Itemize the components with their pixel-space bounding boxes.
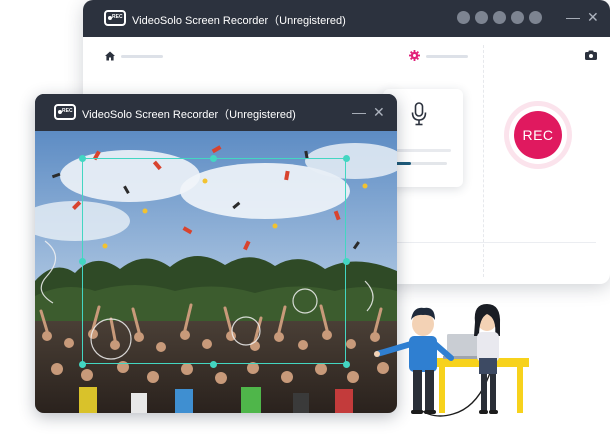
title-bar[interactable]: REC VideoSolo Screen Recorder（Unregister… xyxy=(83,0,610,37)
close-button[interactable]: ✕ xyxy=(587,10,599,24)
minimize-button[interactable]: — xyxy=(566,10,580,24)
resize-handle-left[interactable] xyxy=(79,258,86,265)
resize-handle-bottom[interactable] xyxy=(210,361,217,368)
window-title: VideoSolo Screen Recorder（Unregistered) xyxy=(82,109,296,121)
people-at-desk-illustration xyxy=(374,304,529,417)
placeholder-line xyxy=(121,55,163,58)
placeholder-line xyxy=(395,149,451,152)
home-icon[interactable] xyxy=(105,51,115,61)
toolbar-circle-button[interactable] xyxy=(475,11,488,24)
toolbar-circle-button[interactable] xyxy=(493,11,506,24)
minimize-button[interactable]: — xyxy=(352,105,366,119)
toolbar-circle-button[interactable] xyxy=(511,11,524,24)
toolbar-circle-button[interactable] xyxy=(529,11,542,24)
resize-handle-bottom-right[interactable] xyxy=(343,361,350,368)
resize-handle-top-right[interactable] xyxy=(343,155,350,162)
window-title: VideoSolo Screen Recorder（Unregistered) xyxy=(132,15,346,27)
resize-handle-bottom-left[interactable] xyxy=(79,361,86,368)
resize-handle-top-left[interactable] xyxy=(79,155,86,162)
microphone-icon[interactable] xyxy=(411,102,427,126)
camera-icon[interactable] xyxy=(585,50,597,60)
slider-fill xyxy=(395,162,411,165)
recording-region-frame[interactable] xyxy=(82,158,346,364)
gear-icon[interactable] xyxy=(409,50,420,61)
title-bar[interactable]: REC VideoSolo Screen Recorder（Unregister… xyxy=(35,94,397,131)
close-button[interactable]: ✕ xyxy=(373,105,385,119)
app-logo: REC xyxy=(104,10,126,26)
microphone-volume-slider[interactable] xyxy=(395,162,447,165)
placeholder-line xyxy=(426,55,468,58)
resize-handle-right[interactable] xyxy=(343,258,350,265)
resize-handle-top[interactable] xyxy=(210,155,217,162)
rec-button[interactable]: REC xyxy=(514,111,562,159)
rec-button-halo: REC xyxy=(504,101,572,169)
app-logo: REC xyxy=(54,104,76,120)
toolbar-circle-button[interactable] xyxy=(457,11,470,24)
